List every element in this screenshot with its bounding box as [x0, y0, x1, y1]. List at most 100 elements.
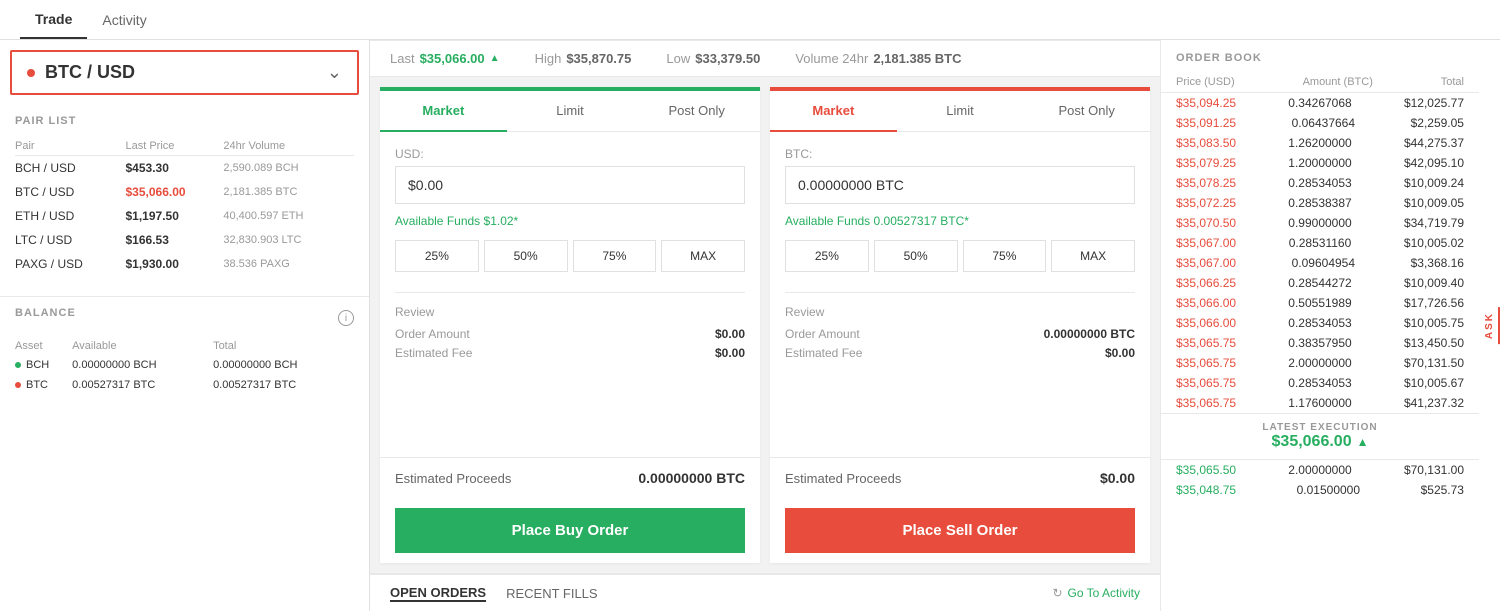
- ob-ask-row[interactable]: $35,094.25 0.34267068 $12,025.77: [1161, 93, 1479, 113]
- sell-pct-25[interactable]: 25%: [785, 240, 869, 272]
- ob-ask-total: $34,719.79: [1404, 216, 1464, 230]
- ob-ask-price: $35,067.00: [1176, 256, 1236, 270]
- sell-pct-50[interactable]: 50%: [874, 240, 958, 272]
- ob-ask-row[interactable]: $35,067.00 0.28531160 $10,005.02: [1161, 233, 1479, 253]
- sell-amount-input[interactable]: [785, 166, 1135, 204]
- sell-order-amount-value: 0.00000000 BTC: [1044, 327, 1135, 341]
- place-buy-order-button[interactable]: Place Buy Order: [395, 508, 745, 553]
- info-icon[interactable]: i: [338, 310, 354, 326]
- ob-ask-row[interactable]: $35,078.25 0.28534053 $10,009.24: [1161, 173, 1479, 193]
- nav-activity[interactable]: Activity: [87, 2, 161, 38]
- ask-label-container: ASK: [1479, 40, 1500, 611]
- ob-ask-row[interactable]: $35,065.75 1.17600000 $41,237.32: [1161, 393, 1479, 413]
- pair-list-row[interactable]: LTC / USD $166.53 32,830.903 LTC: [15, 228, 354, 252]
- ob-ask-amount: 1.20000000: [1288, 156, 1351, 170]
- ob-ask-row[interactable]: $35,070.50 0.99000000 $34,719.79: [1161, 213, 1479, 233]
- sell-pct-75[interactable]: 75%: [963, 240, 1047, 272]
- pair-list-table: Pair Last Price 24hr Volume BCH / USD $4…: [15, 137, 354, 276]
- ob-ask-row[interactable]: $35,067.00 0.09604954 $3,368.16: [1161, 253, 1479, 273]
- ticker-high-label: High: [535, 51, 562, 66]
- sell-tab-postonly[interactable]: Post Only: [1023, 91, 1150, 132]
- balance-row: BTC 0.00527317 BTC 0.00527317 BTC: [15, 375, 354, 395]
- sell-ep-value: $0.00: [1100, 470, 1135, 486]
- sell-currency-label: BTC:: [785, 147, 1135, 161]
- ob-ask-amount: 0.28534053: [1288, 176, 1351, 190]
- ob-bid-row[interactable]: $35,048.75 0.01500000 $525.73: [1161, 480, 1479, 500]
- ob-ask-total: $44,275.37: [1404, 136, 1464, 150]
- ob-ask-row[interactable]: $35,072.25 0.28538387 $10,009.05: [1161, 193, 1479, 213]
- buy-order-amount-row: Order Amount $0.00: [395, 327, 745, 341]
- pair-list-row[interactable]: ETH / USD $1,197.50 40,400.597 ETH: [15, 204, 354, 228]
- pair-list-cell-pair: ETH / USD: [15, 204, 126, 228]
- pair-list-row[interactable]: BTC / USD $35,066.00 2,181.385 BTC: [15, 180, 354, 204]
- balance-total: 0.00000000 BCH: [213, 355, 354, 375]
- le-value: $35,066.00: [1272, 433, 1352, 451]
- asset-dot: [15, 362, 21, 368]
- ob-ask-rows: $35,094.25 0.34267068 $12,025.77 $35,091…: [1161, 93, 1479, 413]
- ob-ask-price: $35,065.75: [1176, 396, 1236, 410]
- pair-list-cell-volume: 40,400.597 ETH: [223, 204, 354, 228]
- place-sell-order-button[interactable]: Place Sell Order: [785, 508, 1135, 553]
- ob-ask-row[interactable]: $35,065.75 0.28534053 $10,005.67: [1161, 373, 1479, 393]
- buy-pct-buttons: 25% 50% 75% MAX: [395, 240, 745, 272]
- asset-dot: [15, 382, 21, 388]
- pair-list-cell-pair: LTC / USD: [15, 228, 126, 252]
- ob-bid-total: $70,131.00: [1404, 463, 1464, 477]
- ticker-last-label: Last: [390, 51, 415, 66]
- pair-list-cell-price: $453.30: [126, 156, 224, 181]
- ask-label: ASK: [1481, 307, 1500, 344]
- ob-ask-total: $13,450.50: [1404, 336, 1464, 350]
- ob-ask-row[interactable]: $35,065.75 2.00000000 $70,131.50: [1161, 353, 1479, 373]
- buy-amount-input[interactable]: [395, 166, 745, 204]
- sell-tab-market[interactable]: Market: [770, 91, 897, 132]
- buy-tabs: Market Limit Post Only: [380, 91, 760, 132]
- buy-af-value: $1.02: [484, 214, 514, 228]
- ticker-high: High $35,870.75: [535, 51, 632, 66]
- pair-list-cell-volume: 38.536 PAXG: [223, 252, 354, 276]
- ticker-volume-label: Volume 24hr: [795, 51, 868, 66]
- buy-fee-value: $0.00: [715, 346, 745, 360]
- ob-ask-amount: 0.34267068: [1288, 96, 1351, 110]
- ob-ask-amount: 1.26200000: [1288, 136, 1351, 150]
- ob-bid-row[interactable]: $35,065.50 2.00000000 $70,131.00: [1161, 460, 1479, 480]
- pair-list-cell-pair: BCH / USD: [15, 156, 126, 181]
- buy-tab-limit[interactable]: Limit: [507, 91, 634, 132]
- ob-ask-row[interactable]: $35,065.75 0.38357950 $13,450.50: [1161, 333, 1479, 353]
- open-orders-tab[interactable]: OPEN ORDERS: [390, 585, 486, 602]
- ob-ask-row[interactable]: $35,066.00 0.28534053 $10,005.75: [1161, 313, 1479, 333]
- balance-table: Asset Available Total BCH 0.00000000 BCH…: [15, 337, 354, 395]
- sell-af-label: Available Funds: [785, 214, 870, 228]
- recent-fills-tab[interactable]: RECENT FILLS: [506, 586, 598, 601]
- go-to-activity-link[interactable]: ↻ Go To Activity: [1052, 586, 1140, 600]
- ticker-low-label: Low: [666, 51, 690, 66]
- pair-selector[interactable]: BTC / USD ⌄: [10, 50, 359, 95]
- sell-tab-limit[interactable]: Limit: [897, 91, 1024, 132]
- ob-ask-row[interactable]: $35,083.50 1.26200000 $44,275.37: [1161, 133, 1479, 153]
- buy-pct-max[interactable]: MAX: [661, 240, 745, 272]
- ob-ask-amount: 0.28534053: [1288, 376, 1351, 390]
- ob-ask-row[interactable]: $35,079.25 1.20000000 $42,095.10: [1161, 153, 1479, 173]
- ob-ask-amount: 0.28534053: [1288, 316, 1351, 330]
- nav-trade[interactable]: Trade: [20, 1, 87, 39]
- buy-pct-50[interactable]: 50%: [484, 240, 568, 272]
- pair-list-cell-price: $166.53: [126, 228, 224, 252]
- pair-list-row[interactable]: PAXG / USD $1,930.00 38.536 PAXG: [15, 252, 354, 276]
- buy-pct-75[interactable]: 75%: [573, 240, 657, 272]
- buy-pct-25[interactable]: 25%: [395, 240, 479, 272]
- sell-pct-max[interactable]: MAX: [1051, 240, 1135, 272]
- ticker-last-value: $35,066.00: [420, 51, 485, 66]
- ob-ask-total: $10,009.24: [1404, 176, 1464, 190]
- sell-fee-row: Estimated Fee $0.00: [785, 346, 1135, 360]
- ob-ask-price: $35,066.00: [1176, 316, 1236, 330]
- ob-ask-row[interactable]: $35,091.25 0.06437664 $2,259.05: [1161, 113, 1479, 133]
- latest-execution: LATEST EXECUTION $35,066.00 ▲: [1161, 413, 1479, 460]
- ticker-up-arrow: ▲: [490, 53, 500, 64]
- ob-ask-row[interactable]: $35,066.25 0.28544272 $10,009.40: [1161, 273, 1479, 293]
- pair-list-row[interactable]: BCH / USD $453.30 2,590.089 BCH: [15, 156, 354, 181]
- buy-tab-market[interactable]: Market: [380, 91, 507, 132]
- buy-tab-postonly[interactable]: Post Only: [633, 91, 760, 132]
- ob-bid-total: $525.73: [1421, 483, 1464, 497]
- balance-total: 0.00527317 BTC: [213, 375, 354, 395]
- refresh-icon: ↻: [1052, 586, 1062, 600]
- ob-ask-row[interactable]: $35,066.00 0.50551989 $17,726.56: [1161, 293, 1479, 313]
